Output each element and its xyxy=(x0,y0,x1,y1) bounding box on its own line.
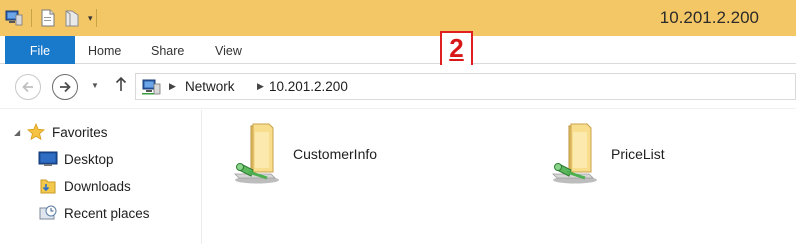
toolbar-divider xyxy=(31,9,32,27)
navigation-bar: ▼ ▶ Network ▶ 10.201.2.200 xyxy=(0,65,796,109)
forward-button[interactable] xyxy=(52,74,78,100)
title-bar: ▾ 10.201.2.200 xyxy=(0,0,796,36)
sidebar-item-label: Desktop xyxy=(64,151,114,167)
sidebar-item-label: Downloads xyxy=(64,178,131,194)
ribbon-tabs: File Home Share View xyxy=(0,36,796,64)
tab-file[interactable]: File xyxy=(5,36,75,64)
sidebar-item-desktop[interactable]: Desktop xyxy=(38,148,114,170)
tab-home[interactable]: Home xyxy=(88,36,121,64)
tab-share[interactable]: Share xyxy=(151,36,184,64)
tab-view[interactable]: View xyxy=(215,36,242,64)
navigation-pane: ◢ Favorites Desktop Downloads Recent pla… xyxy=(0,110,202,244)
breadcrumb-network[interactable]: Network xyxy=(185,79,235,94)
back-arrow-icon xyxy=(22,81,33,93)
share-label: PriceList xyxy=(611,146,665,162)
recent-places-icon xyxy=(38,204,58,222)
breadcrumb-host[interactable]: 10.201.2.200 xyxy=(269,79,348,94)
share-item-customerinfo[interactable]: CustomerInfo xyxy=(227,122,377,186)
sidebar-item-recent-places[interactable]: Recent places xyxy=(38,202,150,224)
step-number-marker: 2 xyxy=(440,31,473,67)
up-arrow-icon xyxy=(115,76,127,91)
network-share-folder-icon xyxy=(227,122,283,186)
file-list: CustomerInfo PriceList xyxy=(203,110,796,244)
customize-dropdown-icon[interactable]: ▾ xyxy=(88,13,93,24)
star-icon xyxy=(26,123,46,141)
quick-access-toolbar: ▾ xyxy=(4,6,103,30)
computer-icon[interactable] xyxy=(4,8,24,28)
back-button[interactable] xyxy=(15,74,41,100)
toolbar-divider xyxy=(95,9,97,27)
properties-icon[interactable] xyxy=(38,8,58,28)
downloads-icon xyxy=(38,177,58,195)
forward-arrow-icon xyxy=(60,81,71,93)
up-button[interactable] xyxy=(115,76,127,97)
sidebar-item-favorites[interactable]: ◢ Favorites xyxy=(14,121,108,143)
address-bar[interactable]: ▶ Network ▶ 10.201.2.200 xyxy=(135,73,796,100)
network-icon xyxy=(141,78,163,96)
collapse-chevron-icon[interactable]: ◢ xyxy=(14,128,22,137)
share-label: CustomerInfo xyxy=(293,146,378,162)
sidebar-item-downloads[interactable]: Downloads xyxy=(38,175,131,197)
sidebar-item-label: Recent places xyxy=(64,205,150,221)
window-title: 10.201.2.200 xyxy=(659,8,759,27)
breadcrumb-separator-icon[interactable]: ▶ xyxy=(169,81,176,92)
share-item-pricelist[interactable]: PriceList xyxy=(545,122,665,186)
recent-locations-dropdown-icon[interactable]: ▼ xyxy=(91,81,99,90)
new-folder-icon[interactable] xyxy=(62,8,82,28)
breadcrumb-separator-icon[interactable]: ▶ xyxy=(257,81,264,92)
network-share-folder-icon xyxy=(545,122,601,186)
sidebar-item-label: Favorites xyxy=(52,124,108,140)
desktop-icon xyxy=(38,150,58,168)
